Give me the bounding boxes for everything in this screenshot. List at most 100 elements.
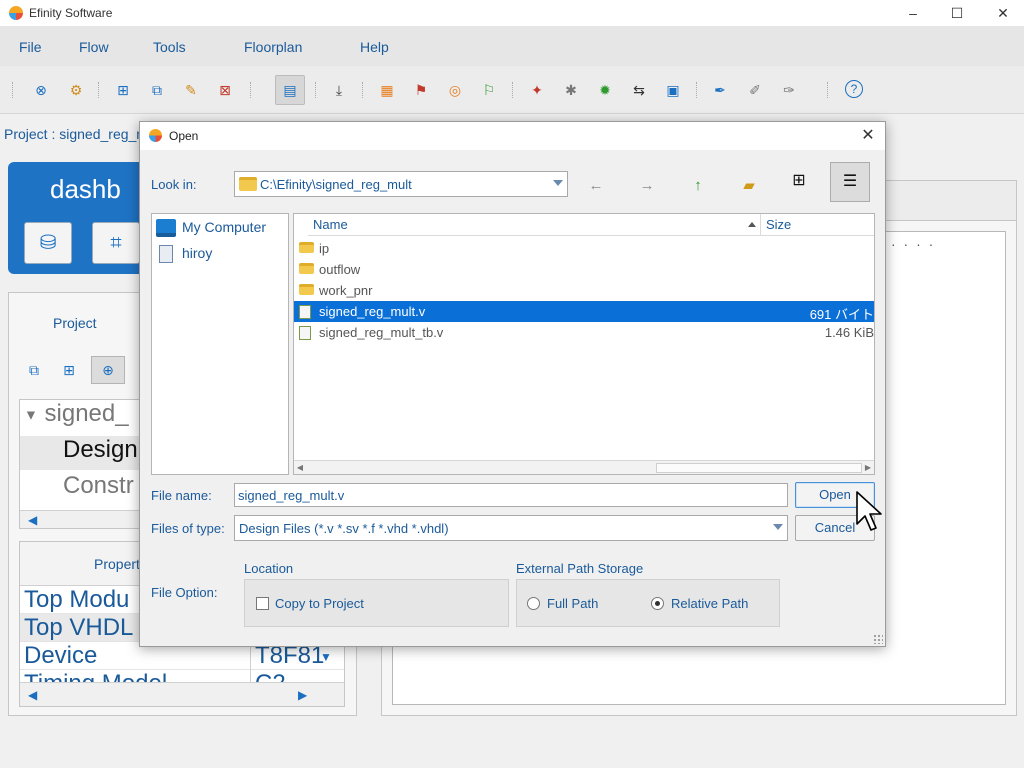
dropdown-caret-icon[interactable]: ▼: [320, 650, 332, 664]
minimize-button[interactable]: –: [902, 2, 924, 24]
green-bug-icon[interactable]: ✹: [595, 80, 615, 100]
verilog-file-icon: [299, 305, 311, 319]
relative-path-label[interactable]: Relative Path: [671, 596, 748, 611]
sidebar-item-hiroy[interactable]: hiroy: [156, 245, 212, 267]
copy-to-project-label[interactable]: Copy to Project: [275, 596, 364, 611]
menu-help[interactable]: Help: [360, 39, 389, 55]
tree-item-constraint[interactable]: Constr: [63, 472, 134, 500]
property-key: Top Modu: [24, 586, 130, 613]
look-in-value: C:\Efinity\signed_reg_mult: [260, 177, 412, 192]
edit-project-icon[interactable]: ✎: [181, 80, 201, 100]
scroll-right-icon[interactable]: ▶: [298, 688, 307, 702]
console-icon[interactable]: ▤: [275, 75, 305, 105]
pen-outline-icon[interactable]: ✐: [745, 80, 765, 100]
menu-flow[interactable]: Flow: [79, 39, 109, 55]
file-list: Name Size ip outflow work_pnr signed_reg…: [293, 213, 875, 475]
column-header-size[interactable]: Size: [761, 214, 874, 236]
pen-icon[interactable]: ✒: [710, 80, 730, 100]
toolbar-separator: [362, 82, 364, 98]
new-folder-button[interactable]: ▰: [737, 174, 761, 198]
folder-icon: [299, 263, 314, 274]
tree-item-design[interactable]: Design: [63, 436, 138, 464]
look-in-label: Look in:: [151, 177, 197, 192]
report-icon[interactable]: ⚑: [411, 80, 431, 100]
property-key: Device: [24, 642, 98, 669]
expand-caret-icon[interactable]: ▼: [24, 407, 38, 423]
folder-icon: [299, 284, 314, 295]
list-view-button[interactable]: ⊞: [779, 162, 819, 202]
scroll-right-icon[interactable]: ▶: [862, 461, 874, 474]
add-design-file-icon[interactable]: ⊕: [91, 356, 125, 384]
connect-icon[interactable]: ⇆: [629, 80, 649, 100]
grid-icon[interactable]: ▦: [377, 80, 397, 100]
close-window-button[interactable]: ✕: [992, 2, 1014, 24]
detail-view-button[interactable]: ☰: [830, 162, 870, 202]
computer-icon: [156, 219, 176, 238]
collapse-all-icon[interactable]: ⧉: [23, 359, 45, 381]
list-item[interactable]: signed_reg_mult_tb.v 1.46 KiB: [294, 322, 874, 343]
bug-icon[interactable]: ✱: [561, 80, 581, 100]
verilog-file-icon: [299, 326, 311, 340]
full-path-radio[interactable]: [527, 597, 540, 610]
properties-header-label: Propert: [94, 556, 140, 572]
debug-icon[interactable]: ✦: [527, 80, 547, 100]
ip-icon[interactable]: ▣: [663, 80, 683, 100]
scrollbar-thumb[interactable]: [656, 463, 862, 473]
toolbar-separator: [12, 82, 14, 98]
dialog-close-button[interactable]: ✕: [857, 125, 879, 147]
parent-directory-button[interactable]: ↑: [686, 174, 710, 198]
file-name-input[interactable]: [234, 483, 788, 507]
scroll-left-icon[interactable]: ◀: [28, 513, 37, 527]
import-icon[interactable]: ⤓: [329, 80, 349, 100]
resize-grip-icon[interactable]: [873, 634, 883, 644]
menu-tools[interactable]: Tools: [153, 39, 186, 55]
back-button[interactable]: ←: [584, 174, 608, 198]
export-icon[interactable]: ⚐: [479, 80, 499, 100]
sidebar-item-my-computer[interactable]: My Computer: [156, 219, 266, 241]
scroll-left-icon[interactable]: ◀: [294, 461, 306, 474]
floorplan-button[interactable]: ⌗: [92, 222, 140, 264]
sidebar-item-label: My Computer: [182, 219, 267, 235]
file-name: ip: [319, 241, 330, 256]
files-of-type-value: Design Files (*.v *.sv *.f *.vhd *.vhdl): [239, 521, 449, 536]
files-of-type-combo[interactable]: Design Files (*.v *.sv *.f *.vhd *.vhdl): [234, 515, 788, 541]
expand-all-icon[interactable]: ⊞: [58, 359, 80, 381]
look-in-combo[interactable]: C:\Efinity\signed_reg_mult: [234, 171, 568, 197]
external-path-group: Full Path Relative Path: [516, 579, 780, 627]
full-path-label[interactable]: Full Path: [547, 596, 598, 611]
dashboard-panel: dashb ⛁ ⌗: [8, 162, 148, 274]
new-project-icon[interactable]: ⊞: [113, 80, 133, 100]
scroll-left-icon[interactable]: ◀: [28, 688, 37, 702]
list-item[interactable]: outflow: [294, 259, 874, 280]
dialog-title: Open: [169, 129, 199, 143]
app-titlebar: Efinity Software – ☐ ✕: [0, 0, 1024, 26]
pen-check-icon[interactable]: ✑: [779, 80, 799, 100]
list-item-selected[interactable]: signed_reg_mult.v 691 バイト: [294, 301, 874, 322]
file-list-horizontal-scrollbar[interactable]: ◀ ▶: [294, 460, 874, 474]
file-size: 691 バイト: [809, 307, 874, 322]
copy-to-project-checkbox[interactable]: [256, 597, 269, 610]
close-project-icon[interactable]: ⊠: [215, 80, 235, 100]
tab-project[interactable]: Project: [53, 315, 97, 331]
tree-root[interactable]: ▼ signed_: [24, 400, 129, 428]
console-dots: · · · ·: [891, 236, 936, 252]
menu-file[interactable]: File: [19, 39, 42, 55]
forward-button[interactable]: →: [635, 174, 659, 198]
external-path-group-label: External Path Storage: [516, 561, 644, 576]
list-item[interactable]: work_pnr: [294, 280, 874, 301]
dialog-titlebar: Open ✕: [140, 122, 885, 150]
route-icon[interactable]: ◎: [445, 80, 465, 100]
settings-gear-icon[interactable]: ⚙: [66, 80, 86, 100]
file-option-label: File Option:: [151, 585, 218, 600]
menu-floorplan[interactable]: Floorplan: [244, 39, 302, 55]
open-project-icon[interactable]: ⧉: [147, 80, 167, 100]
relative-path-radio[interactable]: [651, 597, 664, 610]
properties-horizontal-scrollbar[interactable]: ◀ ▶: [20, 682, 344, 706]
synthesis-button[interactable]: ⛁: [24, 222, 72, 264]
stop-icon[interactable]: ⊗: [31, 80, 51, 100]
help-icon[interactable]: ?: [845, 80, 863, 98]
maximize-button[interactable]: ☐: [946, 2, 968, 24]
toolbar-separator: [315, 82, 317, 98]
list-item[interactable]: ip: [294, 238, 874, 259]
column-header-name[interactable]: Name: [308, 214, 761, 236]
